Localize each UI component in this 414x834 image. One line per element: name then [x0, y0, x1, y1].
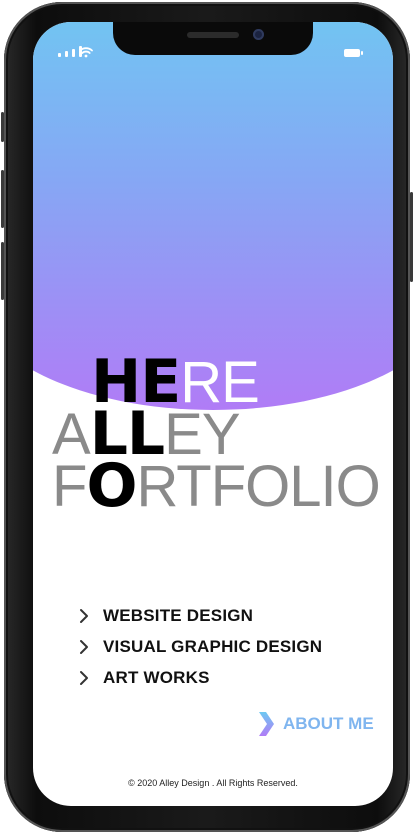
menu-item-website-design[interactable]: WEBSITE DESIGN [75, 600, 322, 631]
menu-item-visual-graphic-design[interactable]: VISUAL GRAPHIC DESIGN [75, 631, 322, 662]
chevron-right-icon [80, 639, 88, 654]
headline-line-3: FORTFOLIO [52, 454, 381, 519]
chevron-right-icon [259, 712, 274, 736]
about-me-label: ABOUT ME [283, 714, 374, 733]
wifi-icon [79, 47, 93, 58]
portfolio-menu: WEBSITE DESIGN VISUAL GRAPHIC DESIGN ART… [75, 600, 322, 693]
copyright-footer: © 2020 Alley Design . All Rights Reserve… [128, 778, 298, 788]
notch [113, 22, 313, 55]
screen: HERE ALLEY FORTFOLIO WEBSITE DESIGN VISU… [33, 22, 393, 806]
mute-switch [1, 112, 4, 142]
headline-light-text: F [52, 454, 87, 519]
chevron-right-icon [80, 608, 88, 623]
phone-frame: HERE ALLEY FORTFOLIO WEBSITE DESIGN VISU… [1, 2, 413, 832]
speaker [187, 32, 239, 38]
volume-up-button [1, 170, 4, 228]
chevron-right-icon [80, 670, 88, 685]
front-camera [253, 29, 264, 40]
volume-down-button [1, 242, 4, 300]
battery-icon [344, 49, 363, 57]
menu-item-label: ART WORKS [103, 667, 210, 687]
menu-item-art-works[interactable]: ART WORKS [75, 662, 322, 693]
headline-light-text: RTFOLIO [136, 454, 380, 519]
power-button [410, 192, 413, 282]
about-me-link[interactable]: ABOUT ME [257, 711, 374, 737]
headline-bold-text: O [86, 451, 137, 521]
menu-item-label: VISUAL GRAPHIC DESIGN [103, 636, 323, 656]
menu-item-label: WEBSITE DESIGN [103, 605, 254, 625]
